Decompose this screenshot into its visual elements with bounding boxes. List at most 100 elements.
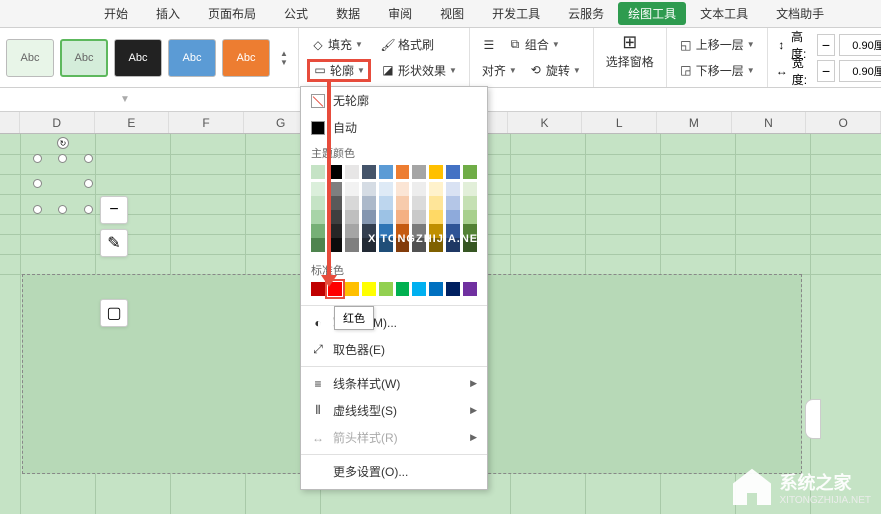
color-swatch[interactable] [412, 165, 426, 179]
outline-tool[interactable]: ▢ [100, 299, 128, 327]
width-decrease[interactable]: − [817, 60, 835, 82]
color-swatch[interactable] [311, 210, 325, 224]
color-swatch[interactable] [311, 238, 325, 252]
tab-insert[interactable]: 插入 [142, 0, 194, 27]
color-swatch[interactable] [396, 182, 410, 196]
line-style-item[interactable]: ≡ 线条样式(W) ▶ [301, 370, 487, 397]
align-button[interactable]: 对齐 ▼ [478, 60, 521, 81]
gallery-expand-button[interactable]: ▲▼ [276, 38, 292, 78]
eyedropper-item[interactable]: ⤢ 取色器(E) [301, 336, 487, 363]
bring-forward-button[interactable]: ◱ 上移一层 ▼ [675, 34, 759, 55]
height-decrease[interactable]: − [817, 34, 835, 56]
rotate-button[interactable]: ⟲ 旋转 ▼ [525, 60, 585, 81]
style-preset-4[interactable]: Abc [168, 39, 216, 77]
column-header[interactable]: K [508, 112, 583, 133]
color-swatch[interactable] [463, 182, 477, 196]
color-swatch[interactable] [463, 196, 477, 210]
color-swatch[interactable] [311, 196, 325, 210]
outline-button[interactable]: ▭ 轮廓 ▼ [307, 59, 371, 82]
color-swatch[interactable] [446, 196, 460, 210]
color-swatch[interactable] [362, 182, 376, 196]
color-swatch[interactable] [345, 282, 359, 296]
color-swatch[interactable] [311, 182, 325, 196]
tab-text[interactable]: 文本工具 [686, 0, 762, 27]
color-swatch[interactable] [379, 282, 393, 296]
color-swatch[interactable] [429, 182, 443, 196]
minus-tool[interactable]: − [100, 196, 128, 224]
color-swatch[interactable] [345, 238, 359, 252]
select-pane-button[interactable]: ⊞ 选择窗格 [602, 34, 658, 82]
resize-handle[interactable] [33, 179, 42, 188]
color-swatch[interactable] [429, 210, 443, 224]
corner-cell[interactable] [0, 112, 20, 133]
arrow-style-item[interactable]: ↔ 箭头样式(R) ▶ [301, 424, 487, 451]
color-swatch[interactable] [463, 282, 477, 296]
color-swatch[interactable] [446, 210, 460, 224]
tab-data[interactable]: 数据 [322, 0, 374, 27]
tab-dev[interactable]: 开发工具 [478, 0, 554, 27]
resize-handle[interactable] [84, 154, 93, 163]
color-swatch[interactable] [412, 282, 426, 296]
color-swatch[interactable] [362, 210, 376, 224]
rotate-handle[interactable]: ↻ [57, 137, 69, 149]
column-header[interactable]: N [732, 112, 807, 133]
color-swatch[interactable] [463, 210, 477, 224]
color-swatch[interactable] [311, 165, 325, 179]
color-swatch[interactable] [396, 165, 410, 179]
color-swatch[interactable] [362, 165, 376, 179]
color-swatch[interactable] [362, 196, 376, 210]
tab-cloud[interactable]: 云服务 [554, 0, 618, 27]
color-swatch[interactable] [345, 224, 359, 238]
resize-handle[interactable] [84, 205, 93, 214]
color-swatch[interactable] [379, 165, 393, 179]
side-tab[interactable] [805, 399, 821, 439]
color-swatch[interactable] [345, 165, 359, 179]
color-swatch[interactable] [429, 282, 443, 296]
height-input[interactable] [839, 34, 881, 56]
style-preset-2[interactable]: Abc [60, 39, 108, 77]
color-swatch[interactable] [396, 210, 410, 224]
color-swatch[interactable] [396, 196, 410, 210]
column-header[interactable]: M [657, 112, 732, 133]
resize-handle[interactable] [58, 205, 67, 214]
color-swatch[interactable] [345, 196, 359, 210]
tab-review[interactable]: 审阅 [374, 0, 426, 27]
style-preset-3[interactable]: Abc [114, 39, 162, 77]
color-swatch[interactable] [379, 210, 393, 224]
color-swatch[interactable] [311, 224, 325, 238]
style-preset-5[interactable]: Abc [222, 39, 270, 77]
resize-handle[interactable] [58, 154, 67, 163]
color-swatch[interactable] [429, 165, 443, 179]
width-input[interactable] [839, 60, 881, 82]
tab-formula[interactable]: 公式 [270, 0, 322, 27]
tab-start[interactable]: 开始 [90, 0, 142, 27]
column-header[interactable]: E [95, 112, 170, 133]
color-swatch[interactable] [412, 196, 426, 210]
color-swatch[interactable] [379, 182, 393, 196]
column-header[interactable]: O [806, 112, 881, 133]
pencil-tool[interactable]: ✎ [100, 229, 128, 257]
tab-layout[interactable]: 页面布局 [194, 0, 270, 27]
color-swatch[interactable] [345, 210, 359, 224]
style-preset-1[interactable]: Abc [6, 39, 54, 77]
column-header[interactable]: F [169, 112, 244, 133]
tab-drawing[interactable]: 绘图工具 [618, 2, 686, 25]
resize-handle[interactable] [33, 205, 42, 214]
send-backward-button[interactable]: ◲ 下移一层 ▼ [675, 60, 759, 81]
color-swatch[interactable] [429, 196, 443, 210]
color-swatch[interactable] [446, 282, 460, 296]
color-swatch[interactable] [412, 210, 426, 224]
color-swatch[interactable] [345, 182, 359, 196]
resize-handle[interactable] [33, 154, 42, 163]
color-swatch[interactable] [463, 165, 477, 179]
column-header[interactable]: L [582, 112, 657, 133]
color-swatch[interactable] [412, 182, 426, 196]
color-swatch[interactable] [446, 165, 460, 179]
column-header[interactable]: D [20, 112, 95, 133]
align-top-half[interactable]: ☰ [478, 36, 500, 54]
more-settings-item[interactable]: 更多设置(O)... [301, 458, 487, 485]
tab-view[interactable]: 视图 [426, 0, 478, 27]
color-swatch[interactable] [362, 282, 376, 296]
dash-style-item[interactable]: ⦀ 虚线线型(S) ▶ [301, 397, 487, 424]
color-swatch[interactable] [379, 196, 393, 210]
